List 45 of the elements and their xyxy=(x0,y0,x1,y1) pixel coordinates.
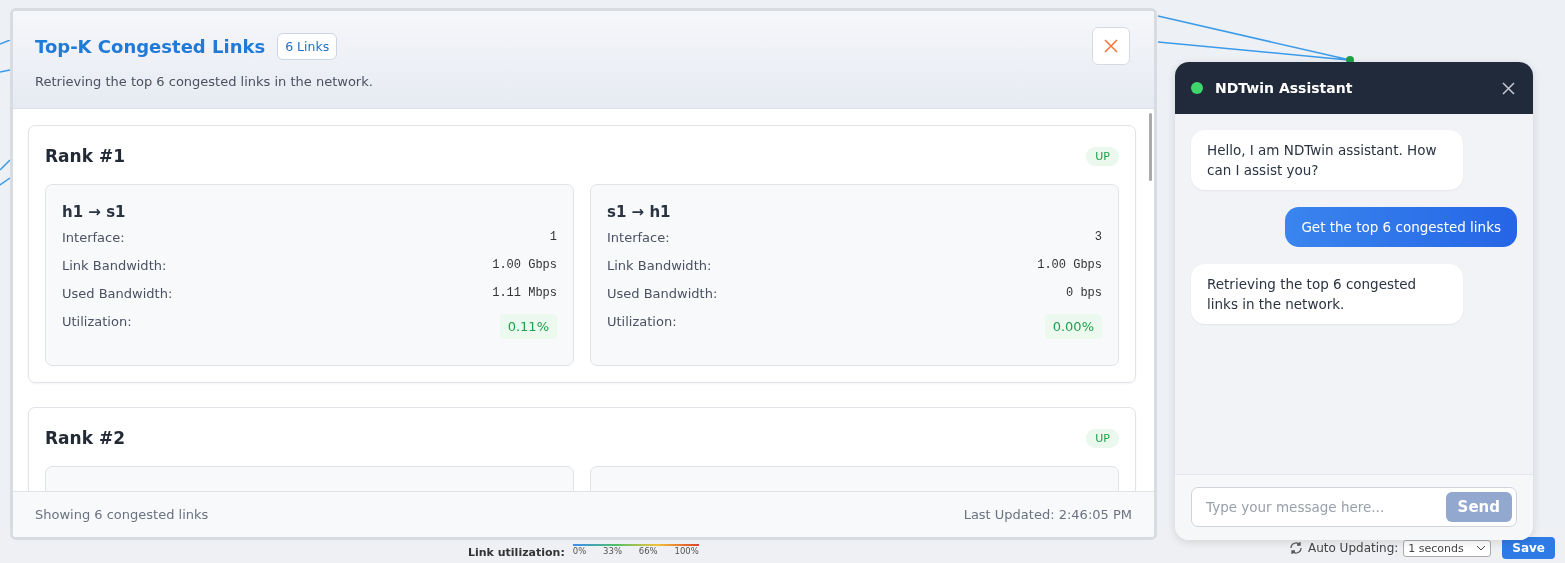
close-button[interactable] xyxy=(1500,79,1517,97)
chat-message: Retrieving the top 6 congested links in the network. xyxy=(1191,264,1463,324)
field-label: Link Bandwidth: xyxy=(62,258,167,273)
message-input-field[interactable]: Type your message here... Send xyxy=(1191,487,1517,527)
field-label: Interface: xyxy=(62,230,125,245)
rank-title: Rank #2 xyxy=(45,428,125,448)
chat-title: NDTwin Assistant xyxy=(1215,80,1354,96)
legend-tick: 100% xyxy=(674,546,699,556)
chat-message: Get the top 6 congested links xyxy=(1285,207,1517,247)
auto-updating-label: Auto Updating: xyxy=(1307,541,1399,555)
save-button[interactable]: Save xyxy=(1502,537,1555,559)
field-value: 1.00 Gbps xyxy=(1037,258,1102,272)
scrollbar-thumb[interactable] xyxy=(1149,113,1152,181)
field-label: Utilization: xyxy=(607,314,677,329)
field-label: Interface: xyxy=(607,230,670,245)
field-value: 3 xyxy=(1094,230,1102,244)
chat-message: Hello, I am NDTwin assistant. How can I assist you? xyxy=(1191,130,1463,190)
close-icon xyxy=(1104,39,1118,53)
field-label: Used Bandwidth: xyxy=(607,286,718,301)
dialog-subtitle: Retrieving the top 6 congested links in the network. xyxy=(35,74,374,89)
utilization-badge: 0.11% xyxy=(499,314,557,339)
legend-tick: 66% xyxy=(638,546,658,556)
utilization-badge: 0.00% xyxy=(1044,314,1102,339)
field-value: 1 xyxy=(549,230,557,244)
legend-label: Link utilization: xyxy=(468,546,565,559)
legend-tick: 33% xyxy=(603,546,622,556)
send-button[interactable]: Send xyxy=(1445,492,1512,522)
link-count-badge: 6 Links xyxy=(277,33,338,60)
refresh-icon xyxy=(1288,541,1303,555)
link-name: s1 → h1 xyxy=(607,203,672,221)
rank-title: Rank #1 xyxy=(45,146,125,166)
field-label: Used Bandwidth: xyxy=(62,286,173,301)
status-badge: UP xyxy=(1086,146,1119,166)
dialog-title: Top-K Congested Links xyxy=(35,36,266,57)
footer-count: Showing 6 congested links xyxy=(35,507,209,522)
status-badge: UP xyxy=(1086,428,1119,448)
last-updated: Last Updated: 2:46:05 PM xyxy=(963,507,1132,522)
field-label: Link Bandwidth: xyxy=(607,258,712,273)
caret-icon xyxy=(1476,545,1487,551)
field-label: Utilization: xyxy=(62,314,132,329)
field-value: 0 bps xyxy=(1066,286,1102,300)
field-value: 1.11 Mbps xyxy=(492,286,557,300)
field-value: 1.00 Gbps xyxy=(492,258,557,272)
link-name: h1 → s1 xyxy=(62,203,127,221)
legend-tick: 0% xyxy=(572,546,587,556)
